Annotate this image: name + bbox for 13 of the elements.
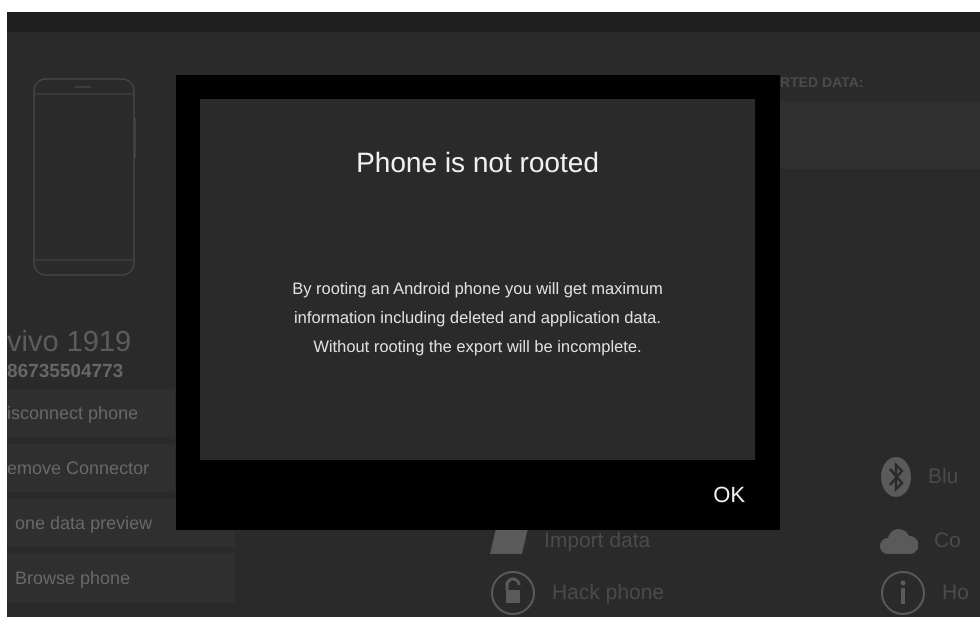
list-row[interactable] [780, 102, 980, 169]
info-icon [880, 570, 926, 616]
dialog-message: By rooting an Android phone you will get maximum information including deleted and application data. Without rooting the export will be incomplete. [292, 279, 663, 358]
unlocked-padlock-icon [490, 570, 536, 616]
sidebar-button[interactable]: emove Connector [7, 444, 175, 492]
cloud-icon [880, 528, 918, 554]
bluetooth-icon [880, 456, 912, 498]
ok-button[interactable]: OK [713, 478, 745, 512]
phone-outline-icon [33, 78, 137, 278]
sidebar-button[interactable]: Browse phone [7, 554, 235, 602]
sidebar-button[interactable]: isconnect phone [7, 389, 175, 437]
imei-number: 86735504773 [7, 360, 124, 384]
dialog-title: Phone is not rooted [356, 147, 599, 179]
